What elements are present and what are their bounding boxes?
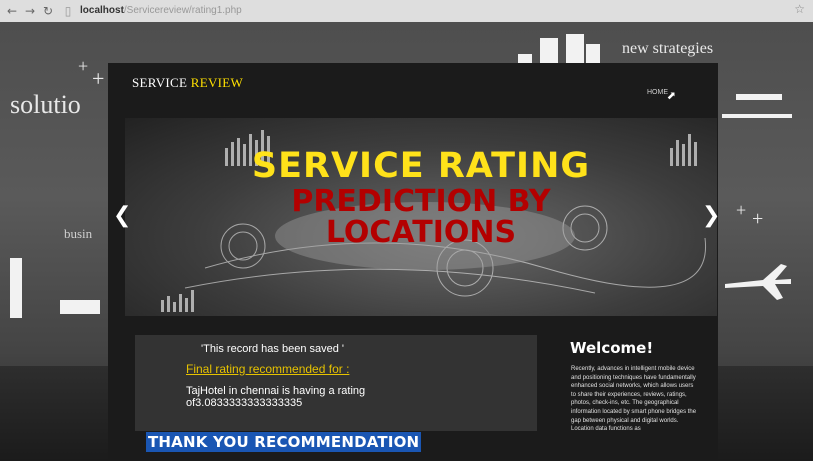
bg-word-solution: solutio xyxy=(10,90,81,119)
brand-highlight: REVIEW xyxy=(190,75,244,90)
airplane-icon xyxy=(725,264,791,300)
site-container: SERVICE REVIEW HOME ⬈ SERVICE RATING PRE… xyxy=(108,63,720,461)
mouse-cursor-icon: ⬈ xyxy=(666,89,676,102)
final-rating-label[interactable]: Final rating recommended for : xyxy=(186,362,349,376)
bookmark-star-icon[interactable]: ☆ xyxy=(794,2,805,16)
chevron-left-icon[interactable]: ❮ xyxy=(113,203,131,228)
url-host: localhost xyxy=(80,5,124,16)
address-bar[interactable]: localhost/Servicereview/rating1.php xyxy=(80,3,242,19)
bg-sign-shape xyxy=(10,258,22,318)
browser-toolbar: ← → ↻ ▯ localhost/Servicereview/rating1.… xyxy=(0,0,813,23)
welcome-heading: Welcome! xyxy=(570,339,654,357)
chevron-right-icon[interactable]: ❯ xyxy=(702,203,720,228)
result-panel: 'This record has been saved ' Final rati… xyxy=(135,335,537,431)
url-path: /Servicereview/rating1.php xyxy=(123,5,242,16)
banner-slider: SERVICE RATING PREDICTION BY LOCATIONS xyxy=(125,118,717,316)
brand-prefix: SERVICE xyxy=(132,75,191,90)
banner-title-line3: LOCATIONS xyxy=(325,215,517,250)
forward-arrow-icon[interactable]: → xyxy=(22,3,38,19)
bg-line-shape xyxy=(736,94,782,100)
bg-word-new-strategies: new strategies xyxy=(622,40,714,57)
nav-home-link[interactable]: HOME xyxy=(647,89,668,96)
bg-plus-icon: + xyxy=(78,56,89,76)
rating-result-text: TajHotel in chennai is having a rating o… xyxy=(186,385,366,409)
page-icon: ▯ xyxy=(64,4,72,18)
bg-plus-icon: + xyxy=(752,208,764,230)
bg-word-business: busin xyxy=(64,226,93,241)
site-logo[interactable]: SERVICE REVIEW xyxy=(132,75,243,91)
back-arrow-icon[interactable]: ← xyxy=(4,3,20,19)
thank-you-banner: THANK YOU RECOMMENDATION xyxy=(146,432,422,452)
welcome-paragraph: Recently, advances in intelligent mobile… xyxy=(571,366,697,433)
bg-plus-icon: + xyxy=(92,66,105,91)
bg-line-shape xyxy=(722,114,792,118)
reload-icon[interactable]: ↻ xyxy=(40,3,56,19)
banner-title-line1: SERVICE RATING xyxy=(251,146,591,186)
saved-message: 'This record has been saved ' xyxy=(201,343,344,355)
bg-plus-icon: + xyxy=(736,200,747,220)
bg-box-shape xyxy=(60,300,100,314)
banner-title-line2: PREDICTION BY xyxy=(291,184,551,219)
